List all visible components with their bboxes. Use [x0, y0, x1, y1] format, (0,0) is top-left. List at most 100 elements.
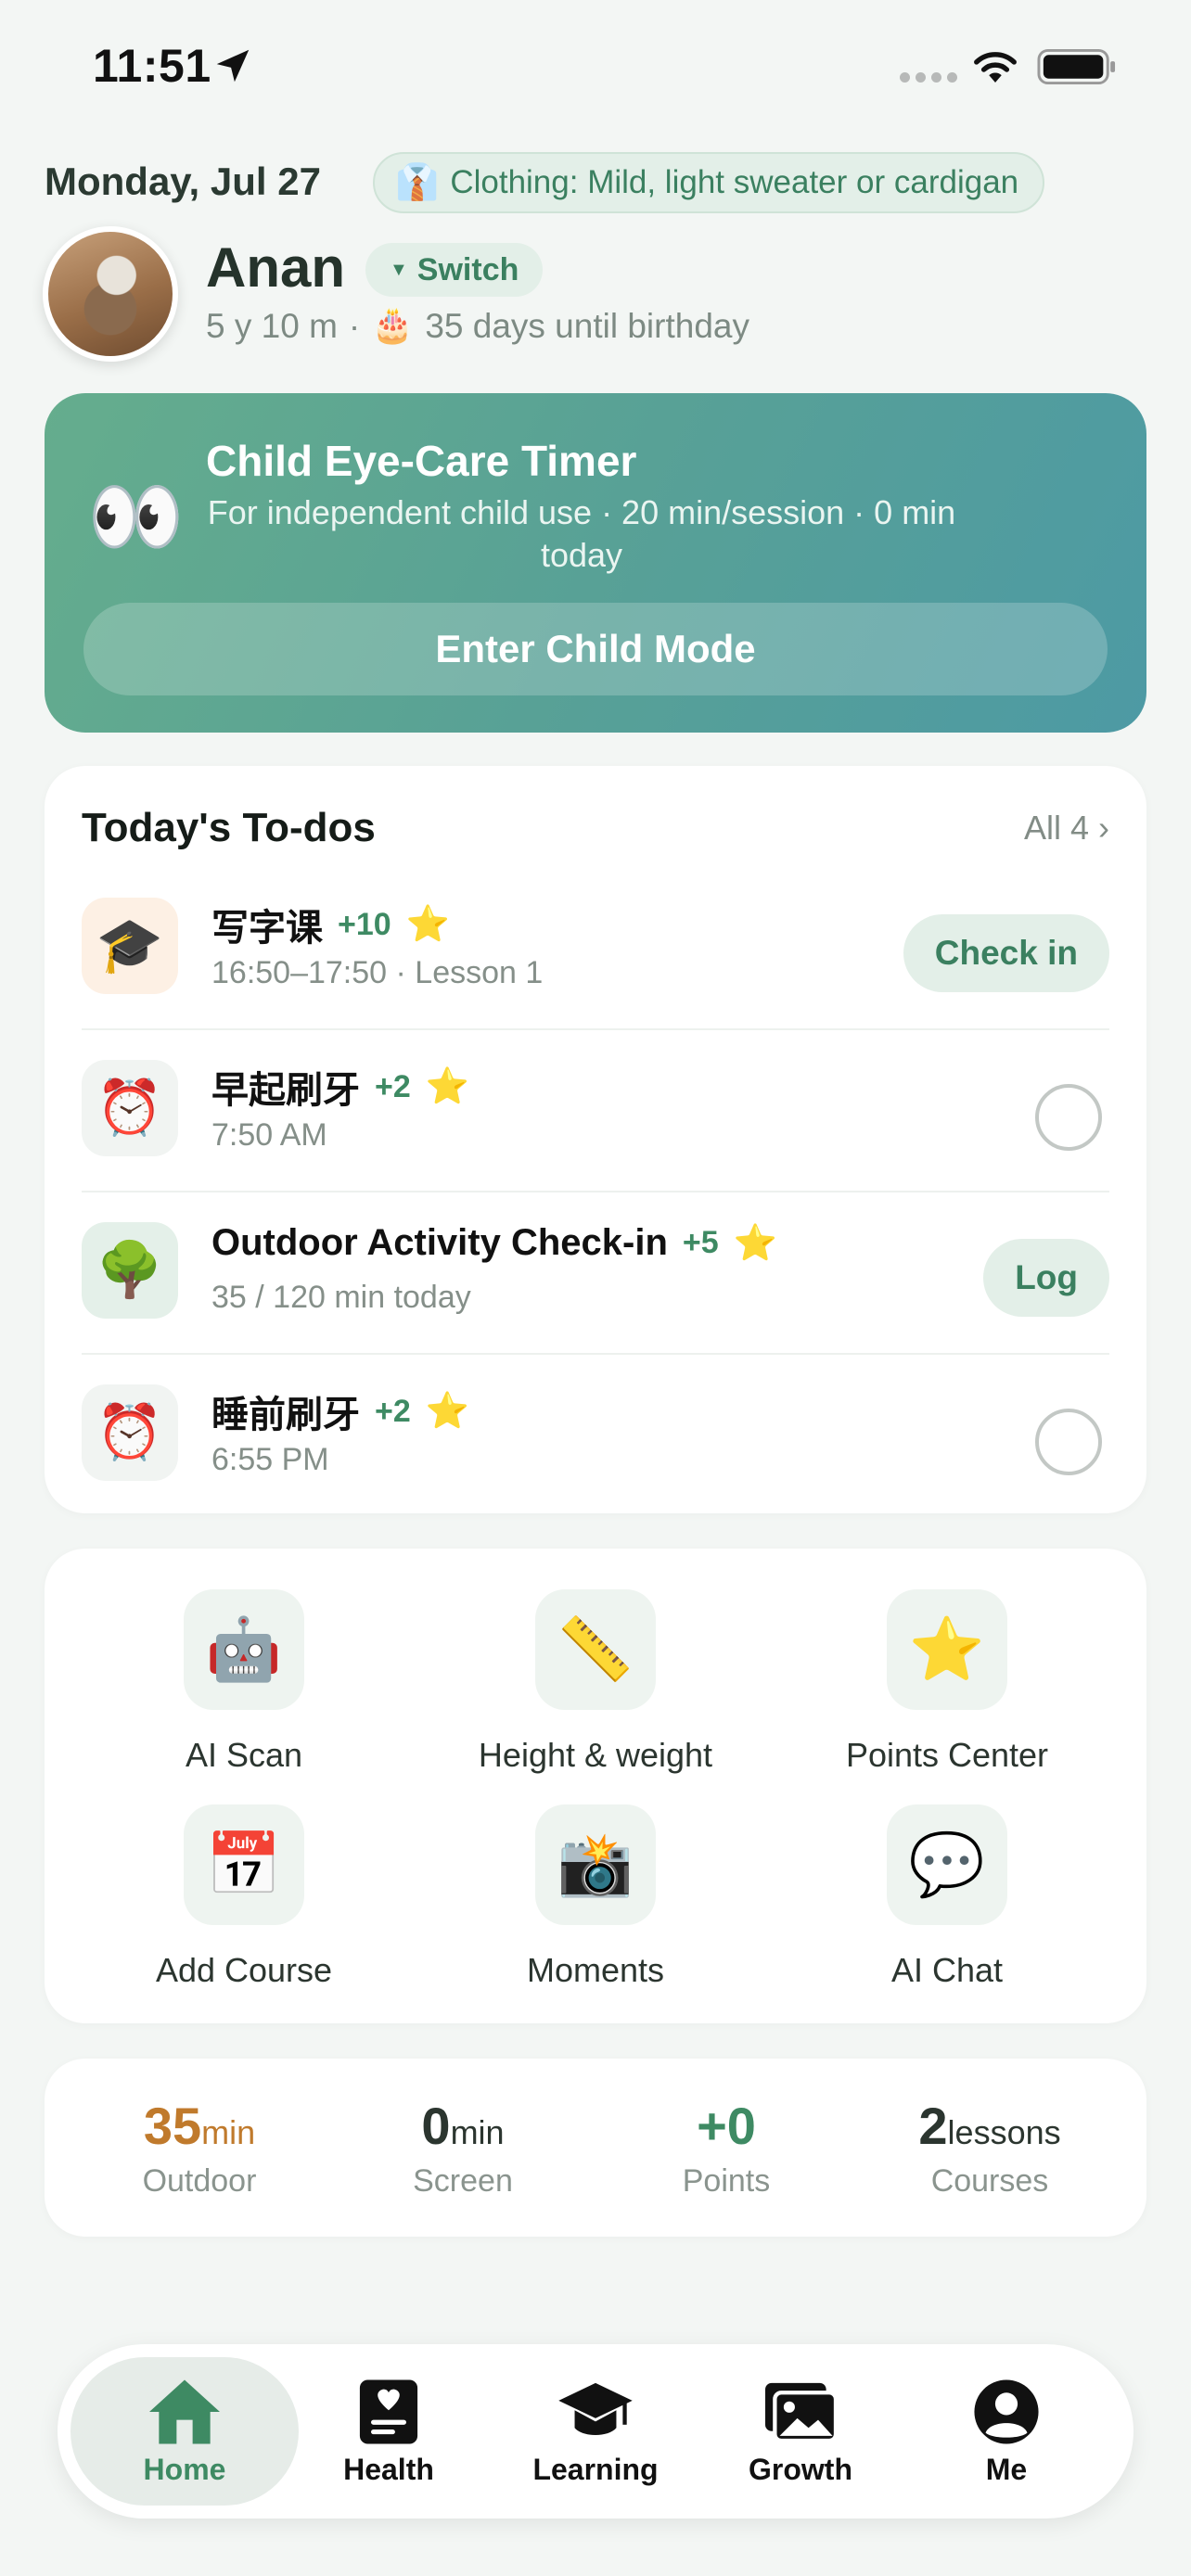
stat-value: 0: [421, 2097, 451, 2155]
ai-scan-button[interactable]: 🤖 AI Scan: [105, 1589, 383, 1775]
quick-action-label: AI Chat: [890, 1951, 1004, 1989]
eye-care-title: Child Eye-Care Timer: [206, 437, 637, 485]
stat-unit: min: [201, 2113, 256, 2151]
eye-care-subtitle: For independent child use · 20 min/sessi…: [207, 493, 956, 574]
calendar-icon: 📅: [184, 1804, 304, 1925]
tab-label: Growth: [749, 2452, 852, 2486]
ruler-icon: 📏: [535, 1589, 656, 1710]
stat-value: 2: [918, 2097, 948, 2155]
todo-points: +5: [682, 1225, 719, 1260]
ai-chat-button[interactable]: 💬 AI Chat: [808, 1804, 1086, 1990]
enter-child-mode-button[interactable]: Enter Child Mode: [83, 603, 1108, 695]
meta-separator: ·: [348, 306, 361, 345]
status-bar: 11:51: [0, 0, 1191, 130]
star-icon: ⭐: [405, 905, 451, 944]
todos-all-link[interactable]: All 4 ›: [1024, 809, 1109, 848]
todo-item[interactable]: 🌳 Outdoor Activity Check-in +5 ⭐ 35 / 12…: [82, 1192, 1109, 1355]
status-time: 11:51: [93, 40, 211, 92]
quick-action-label: Points Center: [845, 1736, 1049, 1774]
daily-stats-card: 35min Outdoor 0min Screen +0 Points 2les…: [45, 2059, 1146, 2237]
stat-label: Outdoor: [142, 2163, 257, 2199]
todo-name: Outdoor Activity Check-in: [211, 1222, 668, 1263]
todo-item[interactable]: ⏰ 早起刷牙 +2 ⭐ 7:50 AM: [82, 1030, 1109, 1192]
tab-label: Home: [143, 2452, 226, 2486]
battery-icon: [1037, 48, 1116, 85]
todo-item[interactable]: ⏰ 睡前刷牙 +2 ⭐ 6:55 PM: [82, 1355, 1109, 1517]
todo-name: 早起刷牙: [211, 1070, 360, 1111]
stat-label: Courses: [930, 2163, 1049, 2199]
tab-label: Health: [343, 2452, 434, 2486]
stat-courses: 2lessons Courses: [860, 2096, 1120, 2200]
date-heading: Monday, Jul 27: [45, 159, 321, 203]
points-center-button[interactable]: ⭐ Points Center: [808, 1589, 1086, 1775]
stat-outdoor: 35min Outdoor: [70, 2096, 329, 2200]
child-age: 5 y 10 m: [206, 306, 338, 345]
check-in-button[interactable]: Check in: [903, 914, 1109, 992]
moments-button[interactable]: 📸 Moments: [456, 1804, 735, 1990]
camera-icon: 📸: [535, 1804, 656, 1925]
todo-subtitle: 16:50–17:50 · Lesson 1: [211, 955, 544, 990]
star-icon: ⭐: [733, 1223, 777, 1263]
stat-value: +0: [697, 2097, 756, 2155]
location-arrow-icon: [216, 49, 250, 83]
tab-learning[interactable]: Learning: [481, 2357, 710, 2506]
stat-label: Screen: [413, 2163, 513, 2199]
cake-icon: 🎂: [371, 306, 415, 344]
tree-icon: 🌳: [82, 1222, 178, 1319]
stat-value: 35: [143, 2097, 202, 2155]
quick-action-label: Moments: [526, 1951, 665, 1989]
switch-label: Switch: [416, 251, 519, 287]
child-avatar[interactable]: [43, 226, 178, 362]
stat-screen: 0min Screen: [333, 2096, 593, 2200]
todo-name: 写字课: [211, 908, 323, 949]
eyes-icon: 👀: [87, 473, 185, 560]
tab-growth[interactable]: Growth: [686, 2357, 915, 2506]
log-button[interactable]: Log: [983, 1239, 1109, 1317]
tab-label: Learning: [532, 2452, 659, 2486]
photos-icon: [765, 2382, 839, 2442]
birthday-countdown: 35 days until birthday: [425, 306, 749, 345]
eye-care-card: 👀 Child Eye-Care Timer For independent c…: [45, 393, 1146, 733]
todo-points: +2: [375, 1068, 411, 1104]
alarm-clock-icon: ⏰: [82, 1384, 178, 1481]
todo-subtitle: 35 / 120 min today: [211, 1280, 471, 1315]
height-weight-button[interactable]: 📏 Height & weight: [456, 1589, 735, 1775]
alarm-clock-icon: ⏰: [82, 1060, 178, 1156]
add-course-button[interactable]: 📅 Add Course: [105, 1804, 383, 1990]
clothing-suggestion-chip[interactable]: 👔 Clothing: Mild, light sweater or cardi…: [373, 152, 1045, 213]
graduation-cap-icon: 🎓: [82, 898, 178, 994]
triangle-down-icon: ▼: [390, 259, 408, 280]
stat-unit: lessons: [947, 2113, 1061, 2151]
person-icon: [974, 2378, 1039, 2444]
star-icon: ⭐: [887, 1589, 1007, 1710]
child-meta: 5 y 10 m · 🎂 35 days until birthday: [206, 306, 749, 346]
tab-bar: Home Health Learning Growth Me: [58, 2344, 1133, 2519]
stat-unit: min: [450, 2113, 505, 2151]
graduation-cap-icon: [558, 2382, 633, 2435]
stat-points: +0 Points: [596, 2096, 856, 2200]
wifi-icon: [974, 52, 1017, 83]
todos-card: Today's To-dos All 4 › 🎓 写字课 +10 ⭐ 16:50…: [45, 766, 1146, 1513]
todo-item[interactable]: 🎓 写字课 +10 ⭐ 16:50–17:50 · Lesson 1 Check…: [82, 868, 1109, 1030]
signal-icon: [900, 72, 957, 83]
quick-action-label: Add Course: [155, 1951, 333, 1989]
quick-actions-card: 🤖 AI Scan 📏 Height & weight ⭐ Points Cen…: [45, 1549, 1146, 2023]
clothing-text: Clothing: Mild, light sweater or cardiga…: [450, 164, 1019, 200]
tab-health[interactable]: Health: [275, 2357, 503, 2506]
todo-checkbox[interactable]: [1035, 1409, 1102, 1475]
speech-bubble-icon: 💬: [887, 1804, 1007, 1925]
tab-home[interactable]: Home: [70, 2357, 299, 2506]
switch-child-button[interactable]: ▼ Switch: [365, 243, 544, 297]
todo-checkbox[interactable]: [1035, 1084, 1102, 1151]
todo-name: 睡前刷牙: [211, 1395, 360, 1435]
tab-me[interactable]: Me: [892, 2357, 1121, 2506]
star-icon: ⭐: [425, 1392, 470, 1431]
todo-subtitle: 7:50 AM: [211, 1117, 327, 1153]
shirt-icon: 👔: [395, 163, 440, 202]
star-icon: ⭐: [425, 1067, 470, 1106]
todo-subtitle: 6:55 PM: [211, 1442, 329, 1477]
todos-title: Today's To-dos: [82, 805, 376, 850]
home-icon: [149, 2378, 220, 2444]
home-screen: 11:51 Monday, Jul 27 👔 Clothing: Mild, l…: [0, 0, 1191, 2576]
robot-icon: 🤖: [184, 1589, 304, 1710]
